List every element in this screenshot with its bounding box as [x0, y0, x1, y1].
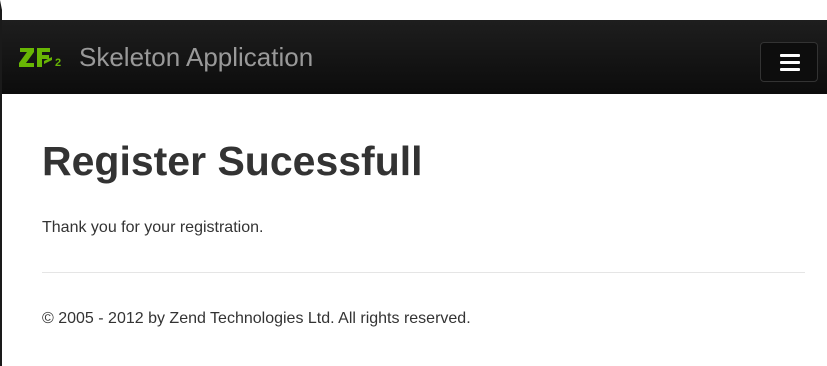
hamburger-menu-icon-bar	[780, 61, 800, 64]
hamburger-menu-icon-bar	[780, 68, 800, 71]
zend-framework-logo-icon: 2	[19, 48, 61, 68]
navbar-toggle-button[interactable]	[760, 42, 818, 82]
app-title: Skeleton Application	[79, 42, 314, 72]
browser-viewport: 2 Skeleton Application Register Sucessfu…	[0, 0, 827, 366]
navbar: 2 Skeleton Application	[2, 20, 827, 94]
registration-message: Thank you for your registration.	[42, 219, 264, 236]
footer-copyright: © 2005 - 2012 by Zend Technologies Ltd. …	[42, 310, 471, 327]
footer-divider	[42, 272, 805, 273]
hamburger-menu-icon	[780, 54, 800, 57]
page-title: Register Sucessfull	[42, 138, 423, 184]
svg-text:2: 2	[55, 57, 61, 68]
brand-link[interactable]: 2 Skeleton Application	[19, 37, 313, 77]
